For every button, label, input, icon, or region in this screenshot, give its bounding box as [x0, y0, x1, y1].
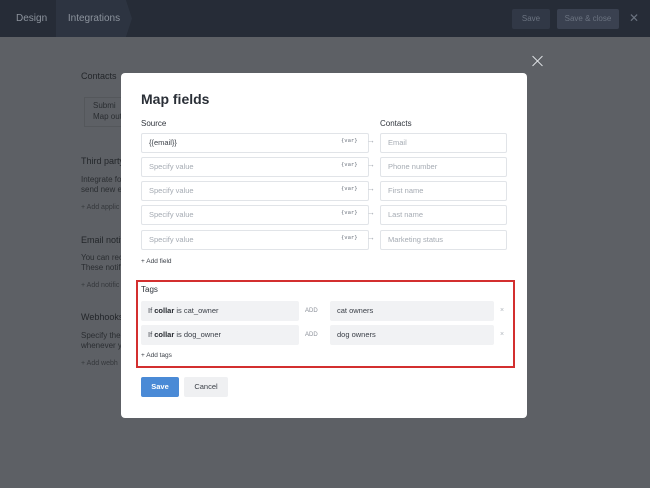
add-application-link[interactable]: + Add applic	[81, 204, 119, 211]
arrow-right-icon: →	[367, 184, 375, 193]
contact-field-select[interactable]: Marketing status	[380, 230, 507, 250]
save-button[interactable]: Save	[141, 377, 179, 397]
modal-title: Map fields	[141, 91, 210, 107]
arrow-right-icon: →	[367, 160, 375, 169]
condition-operator: is	[176, 330, 182, 339]
mapping-row: Specify value {var} → Last name	[141, 205, 507, 225]
save-and-close-button[interactable]: Save & close	[557, 9, 619, 29]
submit-text: Submi	[93, 101, 116, 110]
condition-field: collar	[154, 330, 175, 339]
tags-highlight-frame	[136, 280, 515, 368]
remove-tag-icon[interactable]: ×	[500, 301, 504, 321]
tag-rule-row: If collar is cat_owner ADD cat owners ×	[141, 301, 507, 321]
condition-value: cat_owner	[183, 306, 219, 315]
variable-icon[interactable]: {var}	[341, 186, 358, 192]
tab-design[interactable]: Design	[16, 0, 47, 37]
mapping-row: {{email}} {var} → Email	[141, 133, 507, 153]
mapping-row: Specify value {var} → First name	[141, 181, 507, 201]
email-notifications-title: Email notifi	[81, 235, 126, 245]
condition-prefix: If	[148, 330, 153, 339]
arrow-right-icon: →	[367, 233, 375, 242]
map-fields-modal: Map fields Source Contacts {{email}} {va…	[121, 73, 527, 418]
email-notif-desc-2: These notific	[81, 263, 127, 272]
add-keyword: ADD	[305, 332, 318, 338]
variable-icon[interactable]: {var}	[341, 210, 358, 216]
remove-tag-icon[interactable]: ×	[500, 325, 504, 345]
tag-condition-input[interactable]: If collar is cat_owner	[141, 301, 299, 321]
contacts-section-title: Contacts	[81, 71, 117, 81]
arrow-right-icon: →	[367, 136, 375, 145]
webhooks-title: Webhooks	[81, 312, 124, 322]
source-input[interactable]: Specify value	[141, 230, 369, 250]
third-party-desc-2: send new en	[81, 185, 127, 194]
tags-label: Tags	[141, 285, 158, 294]
source-input[interactable]: {{email}}	[141, 133, 369, 153]
contacts-column-label: Contacts	[380, 119, 412, 128]
add-tags-link[interactable]: + Add tags	[141, 352, 172, 359]
save-button-top[interactable]: Save	[512, 9, 550, 29]
source-input[interactable]: Specify value	[141, 205, 369, 225]
tag-name-input[interactable]: cat owners	[330, 301, 494, 321]
webhooks-desc-2: whenever yo	[81, 341, 127, 350]
tag-condition-input[interactable]: If collar is dog_owner	[141, 325, 299, 345]
close-icon[interactable]: ✕	[629, 11, 639, 25]
modal-close-icon[interactable]	[532, 55, 544, 67]
webhooks-desc-1: Specify the	[81, 331, 121, 340]
mapout-text: Map out	[93, 112, 122, 121]
source-column-label: Source	[141, 119, 167, 128]
arrow-right-icon: →	[367, 208, 375, 217]
variable-icon[interactable]: {var}	[341, 138, 358, 144]
contact-field-select[interactable]: Phone number	[380, 157, 507, 177]
contact-field-select[interactable]: Email	[380, 133, 507, 153]
contact-field-select[interactable]: First name	[380, 181, 507, 201]
cancel-button[interactable]: Cancel	[184, 377, 228, 397]
source-input[interactable]: Specify value	[141, 157, 369, 177]
condition-prefix: If	[148, 306, 153, 315]
top-bar: Design Integrations Save Save & close ✕	[0, 0, 650, 37]
add-field-link[interactable]: + Add field	[141, 258, 172, 265]
third-party-title: Third party	[81, 156, 125, 166]
add-keyword: ADD	[305, 308, 318, 314]
tag-name-input[interactable]: dog owners	[330, 325, 494, 345]
variable-icon[interactable]: {var}	[341, 235, 358, 241]
condition-value: dog_owner	[183, 330, 222, 339]
add-notification-link[interactable]: + Add notific	[81, 282, 119, 289]
tab-integrations[interactable]: Integrations	[56, 0, 132, 37]
add-webhook-link[interactable]: + Add webh	[81, 360, 118, 367]
source-input[interactable]: Specify value	[141, 181, 369, 201]
condition-operator: is	[176, 306, 182, 315]
tag-rule-row: If collar is dog_owner ADD dog owners ×	[141, 325, 507, 345]
mapping-row: Specify value {var} → Marketing status	[141, 230, 507, 250]
contact-field-select[interactable]: Last name	[380, 205, 507, 225]
variable-icon[interactable]: {var}	[341, 162, 358, 168]
mapping-row: Specify value {var} → Phone number	[141, 157, 507, 177]
third-party-desc-1: Integrate fo	[81, 175, 122, 184]
condition-field: collar	[154, 306, 175, 315]
